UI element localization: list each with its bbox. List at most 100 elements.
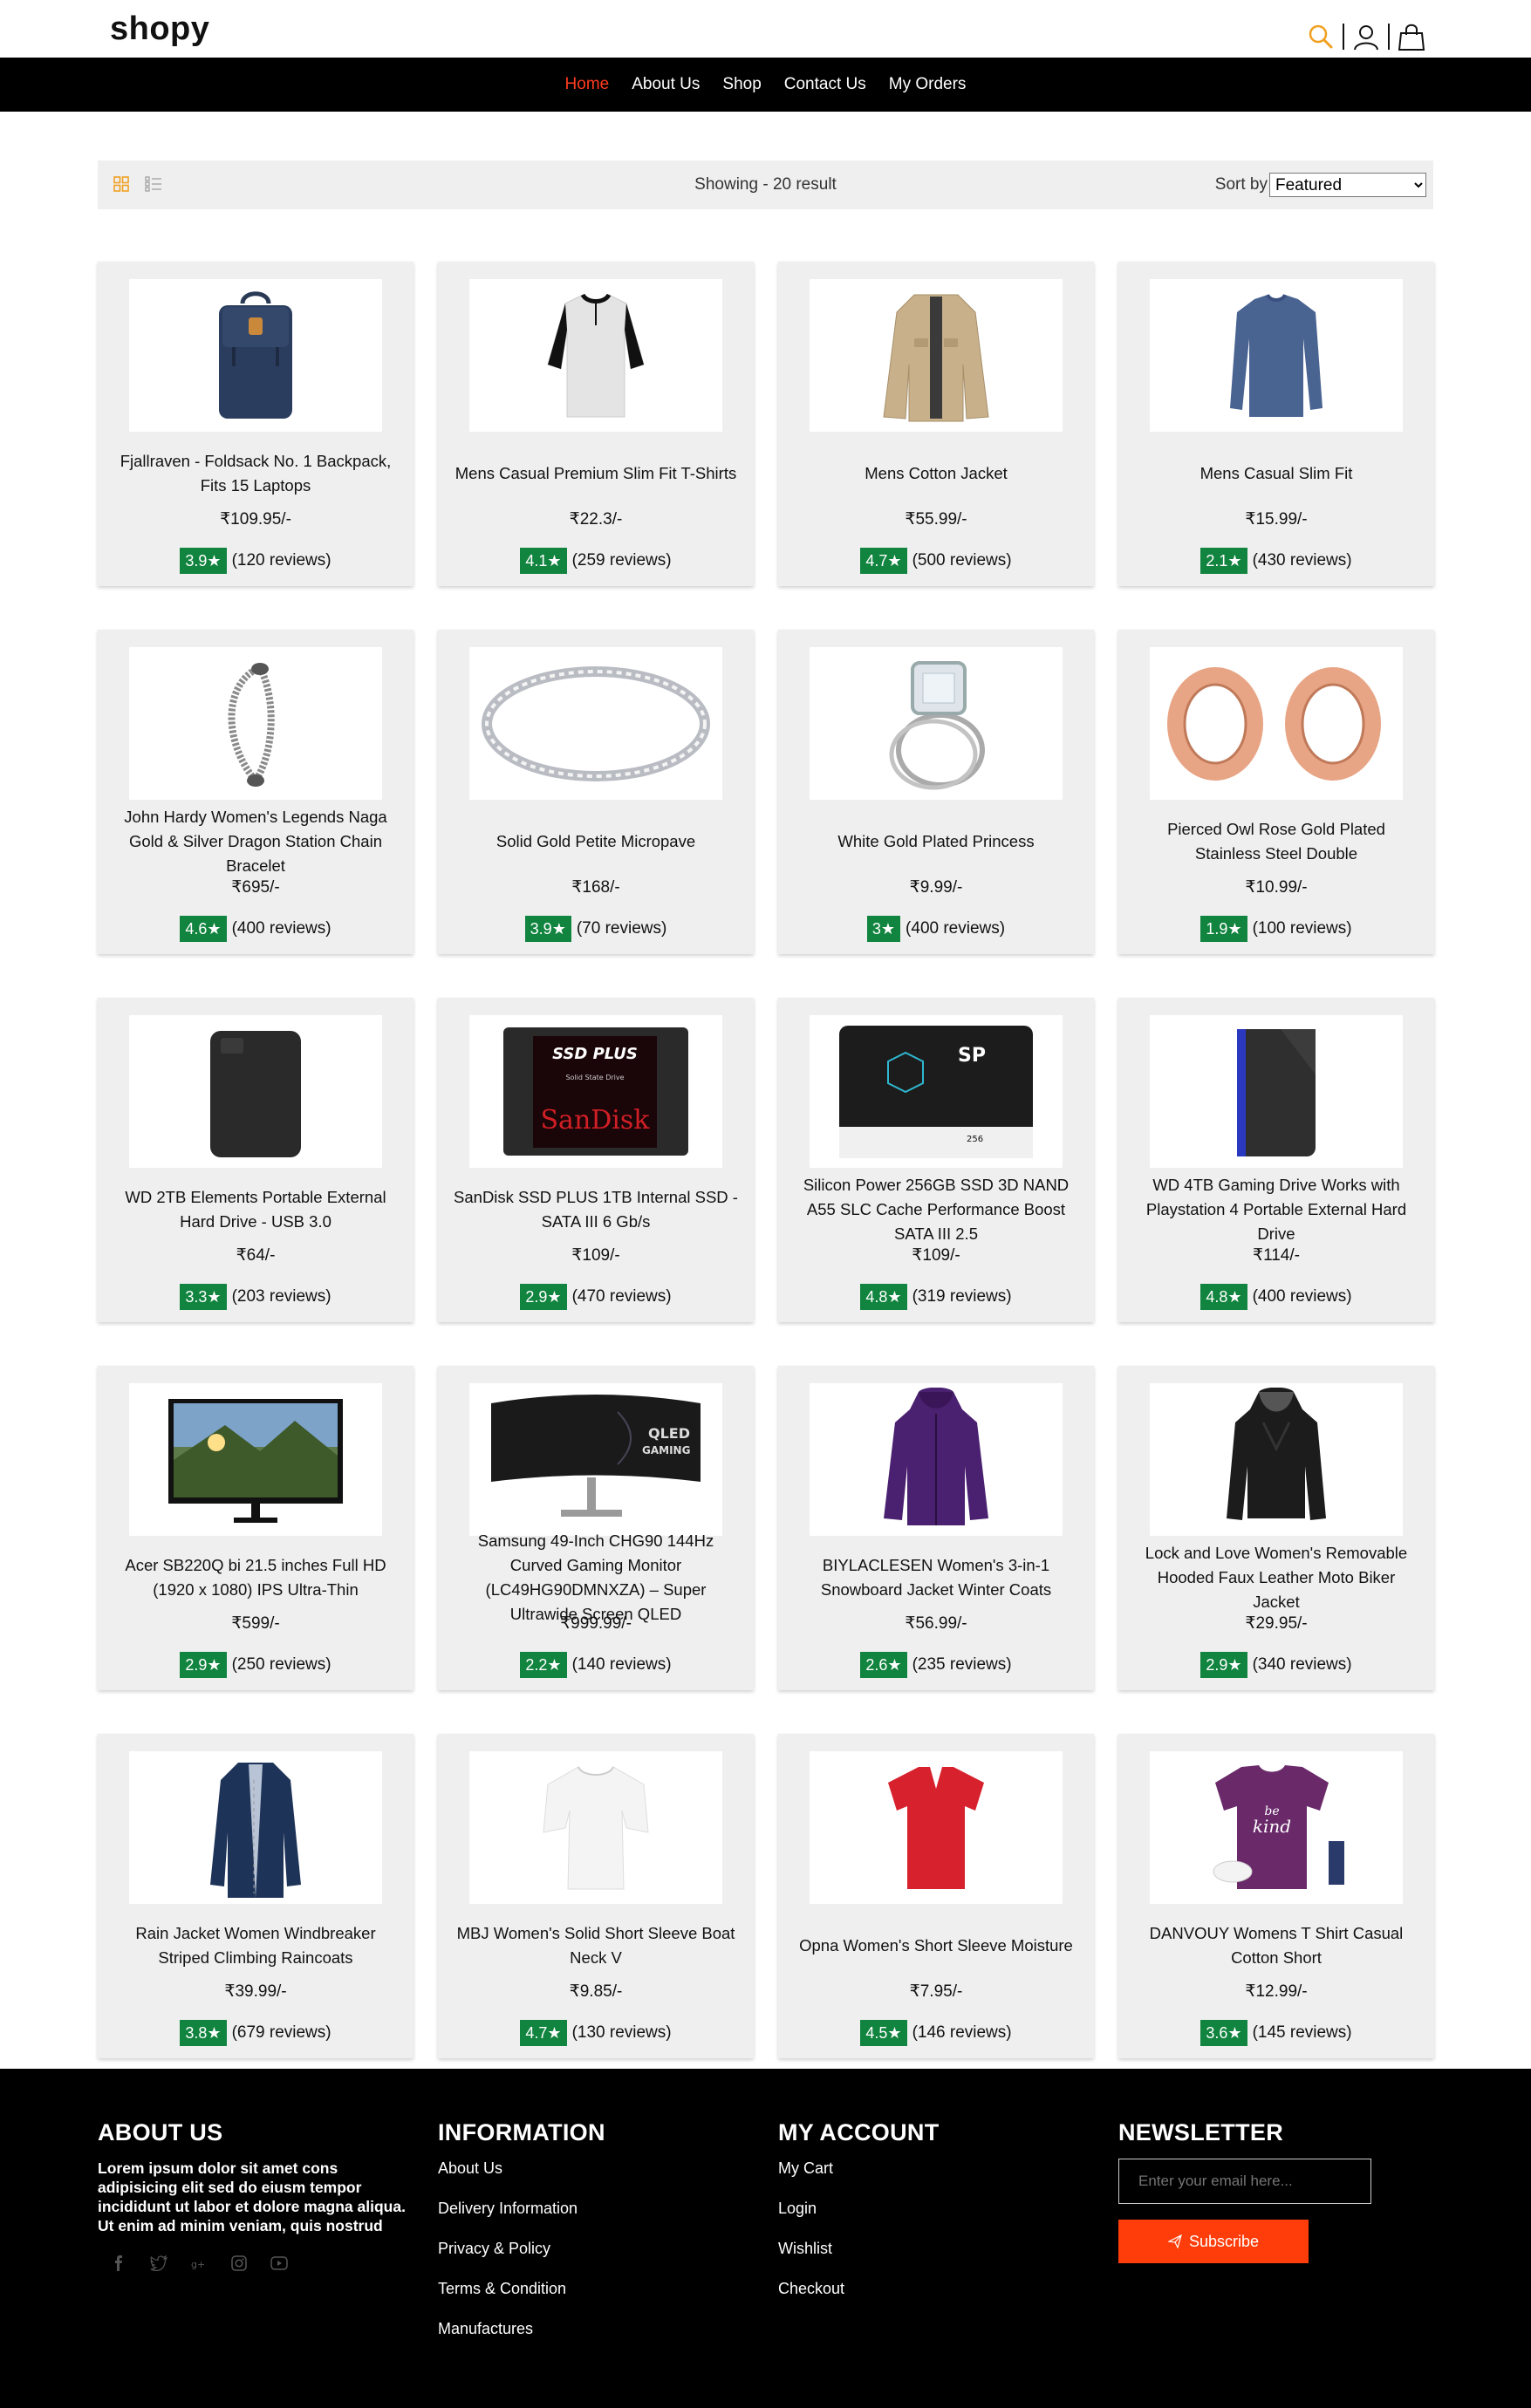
footer-link-delivery-information[interactable]: Delivery Information [438,2199,605,2218]
sort-select[interactable]: Featured [1269,173,1426,197]
product-image[interactable] [129,1383,382,1536]
newsletter-email-input[interactable] [1118,2159,1371,2204]
product-card[interactable]: Opna Women's Short Sleeve Moisture ₹7.95/… [778,1734,1094,2058]
sort-control: Sort by Featured [1215,173,1426,197]
product-title[interactable]: SanDisk SSD PLUS 1TB Internal SSD - SATA… [454,1172,738,1247]
product-card[interactable]: Acer SB220Q bi 21.5 inches Full HD (1920… [98,1366,414,1690]
product-rating: 2.9★ (470 reviews) [438,1284,754,1310]
user-icon[interactable] [1351,22,1381,51]
product-card[interactable]: WD 2TB Elements Portable External Hard D… [98,998,414,1322]
product-card[interactable]: Rain Jacket Women Windbreaker Striped Cl… [98,1734,414,2058]
product-image[interactable] [1150,647,1403,800]
product-image[interactable] [469,647,722,800]
product-card[interactable]: White Gold Plated Princess ₹9.99/- 3★ (400 … [778,630,1094,954]
footer-link-wishlist[interactable]: Wishlist [778,2239,940,2258]
footer-link-checkout[interactable]: Checkout [778,2279,940,2298]
product-price: ₹999.99/- [560,1614,632,1633]
product-card[interactable]: MBJ Women's Solid Short Sleeve Boat Neck… [438,1734,754,2058]
youtube-icon[interactable] [270,2255,288,2272]
product-title[interactable]: WD 2TB Elements Portable External Hard D… [113,1172,398,1247]
product-image[interactable] [810,647,1063,800]
review-count: (430 reviews) [1252,551,1352,570]
product-image[interactable] [810,1383,1063,1536]
product-image[interactable] [129,279,382,432]
product-card[interactable]: Pierced Owl Rose Gold Plated Stainless S… [1118,630,1434,954]
footer-link-about-us[interactable]: About Us [438,2159,605,2178]
product-card[interactable]: BIYLACLESEN Women's 3-in-1 Snowboard Jac… [778,1366,1094,1690]
product-image[interactable] [129,647,382,800]
footer-link-my-cart[interactable]: My Cart [778,2159,940,2178]
product-card[interactable]: SP 256 Silicon Power 256GB SSD 3D NAND A55… [778,998,1094,1322]
product-card[interactable]: Mens Casual Premium Slim Fit T-Shirts ₹22… [438,262,754,586]
footer-link-login[interactable]: Login [778,2199,940,2218]
product-image[interactable] [469,1751,722,1904]
google-plus-icon[interactable]: g+ [190,2255,208,2272]
product-title[interactable]: Mens Casual Slim Fit [1134,436,1418,511]
product-title[interactable]: WD 4TB Gaming Drive Works with Playstati… [1134,1172,1418,1247]
product-title[interactable]: White Gold Plated Princess [794,804,1078,879]
product-card[interactable]: Fjallraven - Foldsack No. 1 Backpack, Fi… [98,262,414,586]
product-card[interactable]: Solid Gold Petite Micropave ₹168/- 3.9★ (70… [438,630,754,954]
product-rating: 1.9★ (100 reviews) [1118,916,1434,942]
product-title[interactable]: Lock and Love Women's Removable Hooded F… [1134,1540,1418,1615]
product-title[interactable]: Rain Jacket Women Windbreaker Striped Cl… [113,1908,398,1983]
product-card[interactable]: QLED GAMING Samsung 49-Inch CHG90 144Hz Cu… [438,1366,754,1690]
site-footer: ABOUT US Lorem ipsum dolor sit amet cons… [0,2069,1531,2408]
product-title[interactable]: John Hardy Women's Legends Naga Gold & S… [113,804,398,879]
product-title[interactable]: Solid Gold Petite Micropave [454,804,738,879]
raincoat-illustration [210,1762,301,1898]
footer-link-privacy-policy[interactable]: Privacy & Policy [438,2239,605,2258]
review-count: (319 reviews) [912,1287,1012,1306]
product-title[interactable]: Mens Casual Premium Slim Fit T-Shirts [454,436,738,511]
product-card[interactable]: Mens Casual Slim Fit ₹15.99/- 2.1★ (430 rev… [1118,262,1434,586]
product-image[interactable] [1150,1383,1403,1536]
product-image[interactable]: be kind [1150,1751,1403,1904]
product-card[interactable]: SSD PLUS Solid State Drive SanDisk SanDisk … [438,998,754,1322]
footer-link-terms-condition[interactable]: Terms & Condition [438,2279,605,2298]
product-image[interactable]: SSD PLUS Solid State Drive SanDisk [469,1015,722,1168]
review-count: (235 reviews) [912,1655,1012,1674]
product-image[interactable] [129,1751,382,1904]
bag-icon[interactable] [1397,22,1426,51]
product-title[interactable]: Pierced Owl Rose Gold Plated Stainless S… [1134,804,1418,879]
product-image[interactable]: QLED GAMING [469,1383,722,1536]
search-icon[interactable] [1306,22,1336,51]
product-price: ₹599/- [231,1614,280,1633]
product-title[interactable]: Acer SB220Q bi 21.5 inches Full HD (1920… [113,1540,398,1615]
product-image[interactable] [810,1751,1063,1904]
product-image[interactable] [129,1015,382,1168]
product-title[interactable]: BIYLACLESEN Women's 3-in-1 Snowboard Jac… [794,1540,1078,1615]
nav-my-orders[interactable]: My Orders [887,75,968,94]
footer-information: INFORMATION About Us Delivery Information… [438,2119,605,2359]
product-title[interactable]: Mens Cotton Jacket [794,436,1078,511]
product-price: ₹56.99/- [905,1614,967,1633]
footer-link-manufactures[interactable]: Manufactures [438,2319,605,2338]
product-title[interactable]: Fjallraven - Foldsack No. 1 Backpack, Fi… [113,436,398,511]
product-image[interactable]: SP 256 [810,1015,1063,1168]
product-card[interactable]: WD 4TB Gaming Drive Works with Playstati… [1118,998,1434,1322]
rating-badge: 1.9★ [1200,916,1247,942]
product-title[interactable]: Opna Women's Short Sleeve Moisture [794,1908,1078,1983]
nav-home[interactable]: Home [564,75,612,94]
product-image[interactable] [810,279,1063,432]
product-card[interactable]: Mens Cotton Jacket ₹55.99/- 4.7★ (500 revie… [778,262,1094,586]
subscribe-button[interactable]: Subscribe [1118,2220,1309,2263]
site-logo[interactable]: shopy [110,10,209,48]
product-card[interactable]: John Hardy Women's Legends Naga Gold & S… [98,630,414,954]
product-title[interactable]: Silicon Power 256GB SSD 3D NAND A55 SLC … [794,1172,1078,1247]
facebook-icon[interactable] [110,2255,127,2272]
nav-contact-us[interactable]: Contact Us [783,75,868,94]
product-title[interactable]: MBJ Women's Solid Short Sleeve Boat Neck… [454,1908,738,1983]
nav-about-us[interactable]: About Us [630,75,701,94]
product-title[interactable]: DANVOUY Womens T Shirt Casual Cotton Sho… [1134,1908,1418,1983]
twitter-icon[interactable] [150,2255,167,2272]
product-image[interactable] [469,279,722,432]
product-card[interactable]: be kind DANVOUY Womens T Shirt Casual Cott… [1118,1734,1434,2058]
product-image[interactable] [1150,1015,1403,1168]
instagram-icon[interactable] [230,2255,248,2272]
product-card[interactable]: Lock and Love Women's Removable Hooded F… [1118,1366,1434,1690]
product-image[interactable] [1150,279,1403,432]
nav-shop[interactable]: Shop [721,75,762,94]
product-title[interactable]: Samsung 49-Inch CHG90 144Hz Curved Gamin… [454,1531,738,1623]
rating-badge: 3.6★ [1200,2020,1247,2046]
